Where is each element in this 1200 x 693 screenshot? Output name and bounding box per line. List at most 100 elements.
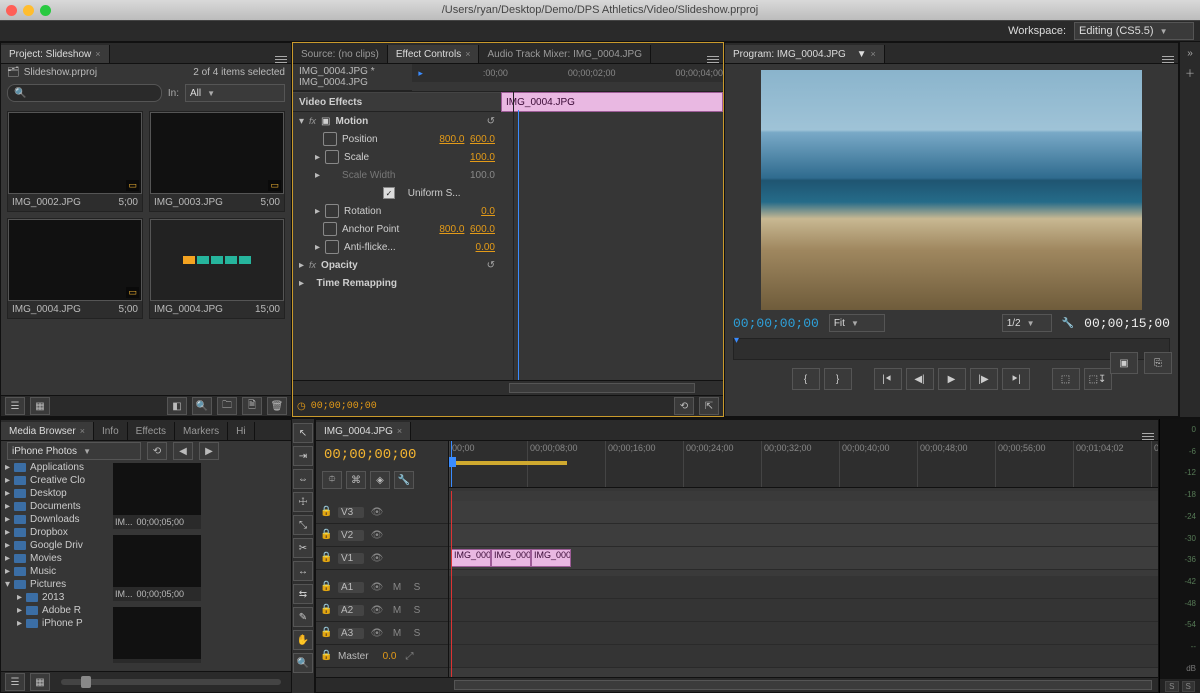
mark-out-button[interactable]: } (824, 368, 852, 390)
ec-playhead-icon[interactable]: ▸ (418, 68, 423, 79)
toggle-output-icon[interactable]: 👁 (370, 552, 384, 564)
mb-folder-item[interactable]: ▸Desktop (1, 487, 111, 500)
snap-button[interactable]: ⯐ (322, 471, 342, 489)
mark-in-button[interactable]: { (792, 368, 820, 390)
timeline-ruler[interactable]: 00;0000;00;08;0000;00;16;0000;00;24;0000… (449, 441, 1158, 488)
mb-tab[interactable]: Effects (128, 422, 175, 440)
filter-in-dropdown[interactable]: All▼ (185, 84, 285, 102)
solo-button[interactable]: S (410, 627, 424, 639)
rate-stretch-tool[interactable]: ⤡ (293, 515, 313, 535)
rotation-value[interactable]: 0.0 (481, 206, 495, 217)
project-search-input[interactable]: 🔍 (7, 84, 162, 102)
timeline-hscroll[interactable] (454, 680, 1152, 690)
project-tab[interactable]: Project: Slideshow× (1, 45, 110, 63)
mb-thumb-item[interactable]: IM...00;00;05;00 (113, 535, 201, 601)
twirl-icon[interactable]: ▸ (299, 278, 304, 289)
lock-icon[interactable]: 🔒 (320, 627, 332, 639)
auto-size-button[interactable]: ◧ (167, 397, 187, 415)
ripple-edit-tool[interactable]: ⇔ (293, 469, 313, 489)
add-icon[interactable]: ＋ (1185, 65, 1195, 80)
timeline-playhead-line[interactable] (451, 491, 452, 677)
mb-tab[interactable]: Media Browser× (1, 422, 94, 440)
solo-indicator[interactable]: S (1182, 681, 1195, 692)
mb-folder-item[interactable]: ▸Dropbox (1, 526, 111, 539)
selection-tool[interactable]: ↖ (293, 423, 313, 443)
right-expand-gutter[interactable]: » ＋ (1179, 42, 1200, 417)
lock-icon[interactable]: 🔒 (320, 529, 332, 541)
project-bin-item[interactable]: IMG_0004.JPG15;00 (149, 218, 285, 319)
mb-folder-tree[interactable]: ▸Applications▸Creative Clo▸Desktop▸Docum… (1, 461, 111, 671)
twirl-icon[interactable]: ▸ (5, 566, 10, 577)
mb-folder-item[interactable]: ▾Pictures (1, 578, 111, 591)
hand-tool[interactable]: ✋ (293, 630, 313, 650)
slip-tool[interactable]: ↔ (293, 561, 313, 581)
twirl-icon[interactable]: ▸ (5, 514, 10, 525)
position-x-value[interactable]: 800.0 (439, 134, 464, 145)
mb-folder-item[interactable]: ▸2013 (1, 591, 111, 604)
program-playhead-icon[interactable]: ▾ (734, 335, 739, 346)
zoom-dropdown[interactable]: Fit▼ (829, 314, 885, 332)
lock-icon[interactable]: 🔒 (320, 604, 332, 616)
twirl-icon[interactable]: ▾ (299, 116, 304, 127)
solo-button[interactable]: S (410, 604, 424, 616)
keyframe-toggle[interactable] (323, 222, 337, 236)
settings-button[interactable]: 🔧 (394, 471, 414, 489)
timeline-lanes[interactable]: IMG_000IMG_000IMG_000 (449, 491, 1158, 677)
extract-button[interactable]: ⬚↧ (1084, 368, 1112, 390)
chevron-right-icon[interactable]: » (1187, 48, 1193, 59)
uniform-scale-checkbox[interactable]: ✓ (383, 187, 395, 199)
mute-button[interactable]: M (390, 627, 404, 639)
fx-icon[interactable]: fx (309, 116, 316, 126)
toggle-output-icon[interactable]: 👁 (370, 581, 384, 593)
trash-button[interactable]: 🗑 (267, 397, 287, 415)
track-header[interactable]: 🔒V2👁 (316, 524, 448, 547)
lift-button[interactable]: ⬚ (1052, 368, 1080, 390)
keyframe-toggle[interactable] (325, 204, 339, 218)
position-y-value[interactable]: 600.0 (470, 134, 495, 145)
track-select-tool[interactable]: ⇥ (293, 446, 313, 466)
motion-label[interactable]: Motion (336, 116, 369, 127)
track-header[interactable]: 🔒A1👁MS (316, 576, 448, 599)
panel-menu-icon[interactable] (703, 56, 723, 63)
mb-refresh-button[interactable]: ⟲ (147, 442, 167, 460)
zoom-window-icon[interactable] (40, 5, 51, 16)
master-track-header[interactable]: 🔒Master0.0⤢ (316, 645, 448, 668)
mb-tab[interactable]: Markers (175, 422, 228, 440)
track-header[interactable]: 🔒V3👁 (316, 501, 448, 524)
ec-loop-button[interactable]: ⟲ (674, 397, 694, 415)
solo-indicator[interactable]: S (1165, 681, 1178, 692)
timeline-clip[interactable]: IMG_000 (531, 549, 571, 567)
mb-source-dropdown[interactable]: iPhone Photos▼ (7, 442, 141, 460)
play-button[interactable]: ▶ (938, 368, 966, 390)
panel-menu-icon[interactable] (271, 56, 291, 63)
toggle-output-icon[interactable]: 👁 (370, 529, 384, 541)
twirl-icon[interactable]: ▸ (299, 260, 304, 271)
fx-icon[interactable]: fx (309, 260, 316, 270)
panel-menu-icon[interactable] (1158, 56, 1178, 63)
twirl-icon[interactable]: ▸ (17, 605, 22, 616)
mb-folder-item[interactable]: ▸iPhone P (1, 617, 111, 630)
twirl-icon[interactable]: ▸ (17, 618, 22, 629)
mb-fwd-button[interactable]: ▶ (199, 442, 219, 460)
window-controls[interactable] (6, 5, 66, 16)
go-to-in-button[interactable]: |⯇ (874, 368, 902, 390)
mb-tab[interactable]: Info (94, 422, 128, 440)
project-bin-item[interactable]: ▭IMG_0004.JPG5;00 (7, 218, 143, 319)
anchor-y-value[interactable]: 600.0 (470, 224, 495, 235)
twirl-icon[interactable]: ▸ (5, 501, 10, 512)
razor-tool[interactable]: ✂ (293, 538, 313, 558)
twirl-icon[interactable]: ▸ (17, 592, 22, 603)
ec-pin-button[interactable]: ⇱ (699, 397, 719, 415)
motion-target-icon[interactable]: ▣ (321, 116, 330, 127)
twirl-icon[interactable]: ▾ (5, 579, 10, 590)
twirl-icon[interactable]: ▸ (315, 152, 320, 163)
mb-folder-item[interactable]: ▸Google Driv (1, 539, 111, 552)
new-bin-button[interactable]: 🗀 (217, 397, 237, 415)
track-header[interactable]: 🔒A3👁MS (316, 622, 448, 645)
ec-timecode[interactable]: 00;00;00;00 (311, 401, 377, 412)
list-view-button[interactable]: ☰ (5, 397, 25, 415)
twirl-icon[interactable]: ▸ (315, 242, 320, 253)
toggle-output-icon[interactable]: 👁 (370, 604, 384, 616)
find-button[interactable]: 🔍 (192, 397, 212, 415)
lock-icon[interactable]: 🔒 (320, 650, 332, 662)
